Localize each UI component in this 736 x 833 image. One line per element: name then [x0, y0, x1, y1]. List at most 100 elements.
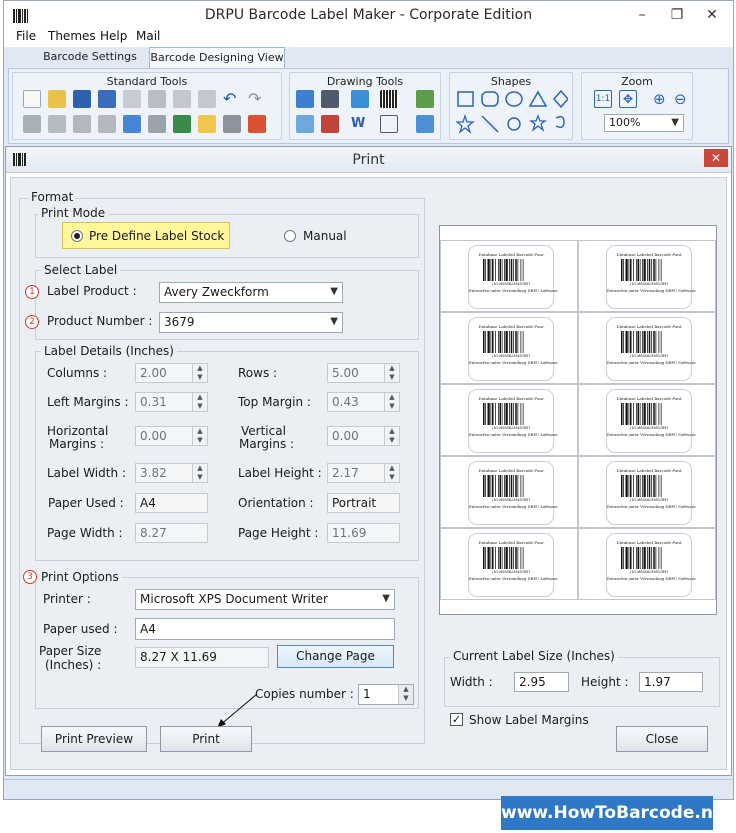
close-button[interactable]: Close: [616, 726, 708, 752]
predefine-option[interactable]: Pre Define Label Stock: [62, 222, 230, 249]
stepper-arrows-icon[interactable]: ▲ ▼: [192, 427, 207, 445]
export-image-icon[interactable]: [173, 115, 191, 133]
width-input[interactable]: 2.95: [514, 672, 569, 692]
preview-label-cell: Database Labeled Barcode Font (01)0035024…: [440, 528, 578, 600]
top-margin-stepper[interactable]: 0.43 ▲ ▼: [327, 392, 400, 412]
print-options-title: Print Options: [38, 570, 122, 584]
change-page-button[interactable]: Change Page: [277, 645, 394, 668]
preview-barcode-image: [483, 403, 524, 425]
exit-icon[interactable]: [248, 115, 266, 133]
zoom-select[interactable]: 100% ▼: [604, 114, 684, 132]
fit-to-window-icon[interactable]: ✥: [619, 90, 637, 108]
group-label: Standard Tools: [106, 75, 188, 88]
diamond-icon: [553, 90, 568, 109]
zoom-in-icon[interactable]: ⊕: [653, 90, 671, 108]
lock-icon[interactable]: [73, 115, 91, 133]
redo-icon[interactable]: ↷: [248, 90, 266, 108]
preview-label-title: Database Labeled Barcode Font: [478, 252, 544, 257]
database-icon[interactable]: [148, 115, 166, 133]
horizontal-margins-stepper[interactable]: 0.00 ▲ ▼: [135, 426, 208, 446]
stepper-arrows-icon[interactable]: ▲ ▼: [384, 364, 399, 382]
show-label-margins-label: Show Label Margins: [469, 713, 589, 727]
color-picker-icon[interactable]: [416, 115, 434, 133]
minimize-icon[interactable]: –: [631, 7, 653, 23]
paper-used-input[interactable]: A4: [135, 618, 395, 640]
wordart-tool-icon[interactable]: W: [351, 115, 369, 133]
preview-label-card: Database Labeled Barcode Font (01)0035024…: [468, 245, 558, 309]
print-preview-button[interactable]: Print Preview: [41, 726, 147, 752]
new-file-icon[interactable]: [23, 90, 41, 108]
open-folder-icon[interactable]: [48, 90, 66, 108]
label-product-select[interactable]: Avery Zweckform ▼: [159, 282, 343, 303]
stepper-arrows-icon[interactable]: ▲ ▼: [192, 393, 207, 411]
tab-barcode-designing-view[interactable]: Barcode Designing View: [149, 47, 285, 69]
menu-mail[interactable]: Mail: [136, 29, 160, 43]
vertical-margins-stepper[interactable]: 0.00 ▲ ▼: [327, 426, 400, 446]
dialog-close-icon[interactable]: ✕: [704, 149, 728, 167]
picture-tool-icon[interactable]: [351, 90, 369, 108]
image-tool-icon[interactable]: [416, 90, 434, 108]
preview-barcode-image: [483, 259, 524, 281]
stepper-arrows-icon[interactable]: ▲ ▼: [384, 393, 399, 411]
save-icon[interactable]: [73, 90, 91, 108]
label-width-stepper[interactable]: 3.82 ▲ ▼: [135, 463, 208, 483]
product-number-select[interactable]: 3679 ▼: [159, 312, 343, 333]
unlock-icon[interactable]: [98, 115, 116, 133]
menu-file[interactable]: File: [16, 29, 36, 43]
cut-icon[interactable]: [173, 90, 191, 108]
restore-icon[interactable]: ❐: [666, 7, 688, 23]
manual-radio[interactable]: [284, 230, 296, 242]
print-icon[interactable]: [223, 115, 241, 133]
menu-themes[interactable]: Themes: [48, 29, 96, 43]
rows-stepper[interactable]: 5.00 ▲ ▼: [327, 363, 400, 383]
grid-icon[interactable]: [123, 115, 141, 133]
tab-barcode-settings[interactable]: Barcode Settings: [42, 47, 138, 69]
burst-icon: [507, 117, 521, 131]
copies-value: 1: [363, 687, 371, 701]
left-margins-stepper[interactable]: 0.31 ▲ ▼: [135, 392, 208, 412]
library-tool-icon[interactable]: [321, 115, 339, 133]
pen-tool-icon[interactable]: [321, 90, 339, 108]
product-number-value: 3679: [164, 315, 195, 329]
rows-label: Rows :: [238, 366, 278, 380]
zoom-out-icon[interactable]: ⊖: [674, 90, 692, 108]
print-mode-title: Print Mode: [38, 206, 109, 220]
save-as-icon[interactable]: [98, 90, 116, 108]
print-button[interactable]: Print: [160, 726, 252, 752]
stepper-arrows-icon[interactable]: ▲ ▼: [192, 364, 207, 382]
preview-label-code: (01)00350245637897: [491, 282, 531, 286]
stepper-arrows-icon[interactable]: ▲ ▼: [192, 464, 207, 482]
show-label-margins-checkbox[interactable]: ✓: [450, 713, 463, 726]
email-icon[interactable]: [198, 115, 216, 133]
actual-size-icon[interactable]: 1:1: [594, 90, 612, 108]
columns-stepper[interactable]: 2.00 ▲ ▼: [135, 363, 208, 383]
paste-icon[interactable]: [148, 90, 166, 108]
label-height-stepper[interactable]: 2.17 ▲ ▼: [327, 463, 400, 483]
preview-label-card: Database Labeled Barcode Font (01)0035024…: [468, 533, 558, 597]
columns-label: Columns :: [47, 366, 108, 380]
signature-tool-icon[interactable]: [296, 115, 314, 133]
bring-front-icon[interactable]: [23, 115, 41, 133]
preview-label-title: Database Labeled Barcode Font: [478, 324, 544, 329]
height-input[interactable]: 1.97: [639, 672, 703, 692]
barcode-tool-icon[interactable]: [380, 90, 398, 108]
label-height-label: Label Height :: [238, 466, 322, 480]
copy-icon[interactable]: [123, 90, 141, 108]
stepper-arrows-icon[interactable]: ▲ ▼: [398, 685, 413, 704]
vertical-margins-value: 0.00: [332, 429, 359, 443]
stepper-arrows-icon[interactable]: ▲ ▼: [384, 427, 399, 445]
printer-select[interactable]: Microsoft XPS Document Writer ▼: [135, 589, 395, 610]
paper-size-label-line1: Paper Size: [39, 644, 102, 658]
shape-tools[interactable]: [456, 90, 568, 134]
close-window-icon[interactable]: ✕: [701, 7, 723, 23]
send-back-icon[interactable]: [48, 115, 66, 133]
shape-fill-icon[interactable]: [380, 115, 398, 133]
text-tool-icon[interactable]: [296, 90, 314, 108]
stepper-arrows-icon[interactable]: ▲ ▼: [384, 464, 399, 482]
menu-help[interactable]: Help: [100, 29, 127, 43]
copies-stepper[interactable]: 1 ▲ ▼: [358, 684, 414, 705]
undo-icon[interactable]: ↶: [223, 90, 241, 108]
predefine-radio[interactable]: [71, 230, 83, 242]
delete-icon[interactable]: [198, 90, 216, 108]
label-details-title: Label Details (Inches): [41, 344, 177, 358]
